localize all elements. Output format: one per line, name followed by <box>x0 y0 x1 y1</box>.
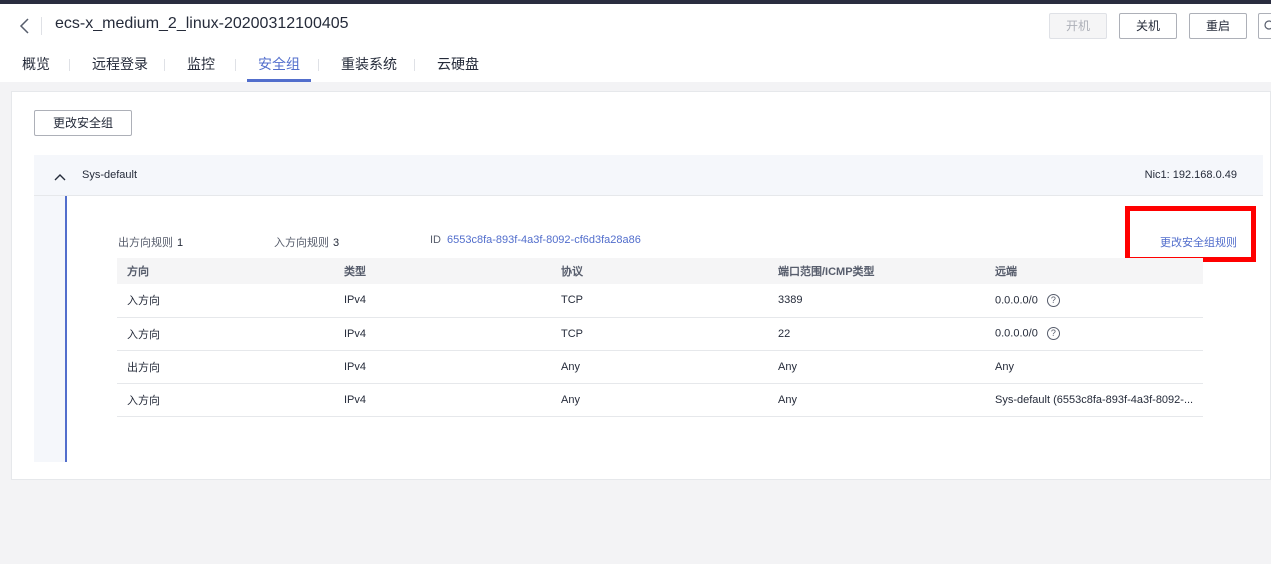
cell-port: 22 <box>768 317 985 351</box>
cell-port: 3389 <box>768 284 985 318</box>
cell-protocol: Any <box>551 350 768 384</box>
table-row: 入方向 IPv4 TCP 22 0.0.0.0/0? <box>117 317 1203 351</box>
chevron-up-icon[interactable] <box>54 169 66 181</box>
tab-remote-login[interactable]: 远程登录 <box>92 54 148 82</box>
more-icon <box>1264 20 1271 30</box>
remote-value: 0.0.0.0/0 <box>995 327 1038 340</box>
cell-remote: 0.0.0.0/0? <box>985 317 1203 351</box>
inbound-rules-stat: 入方向规则 3 <box>274 234 339 250</box>
table-header-row: 方向 类型 协议 端口范围/ICMP类型 远端 <box>117 258 1203 284</box>
cell-type: IPv4 <box>334 350 551 384</box>
tab-monitoring[interactable]: 监控 <box>187 54 215 82</box>
security-group-id-link[interactable]: 6553c8fa-893f-4a3f-8092-cf6d3fa28a86 <box>447 234 641 246</box>
outbound-rules-count: 1 <box>177 237 184 249</box>
column-header-port: 端口范围/ICMP类型 <box>768 258 985 284</box>
cell-direction: 出方向 <box>117 350 334 384</box>
inbound-rules-label: 入方向规则 <box>274 237 329 249</box>
table-row: 入方向 IPv4 Any Any Sys-default (6553c8fa-8… <box>117 383 1203 417</box>
help-icon[interactable]: ? <box>1046 293 1060 307</box>
id-label: ID <box>430 234 441 246</box>
cell-type: IPv4 <box>334 317 551 351</box>
outbound-rules-label: 出方向规则 <box>118 237 173 249</box>
start-button[interactable]: 开机 <box>1049 13 1108 39</box>
nic-address: Nic1: 192.168.0.49 <box>1144 169 1237 181</box>
cell-type: IPv4 <box>334 383 551 417</box>
title-divider <box>41 17 42 35</box>
security-group-panel: Sys-default Nic1: 192.168.0.49 出方向规则 1 入方… <box>34 155 1263 462</box>
change-security-group-button[interactable]: 更改安全组 <box>34 110 133 136</box>
cell-type: IPv4 <box>334 284 551 318</box>
security-group-panel-header[interactable]: Sys-default Nic1: 192.168.0.49 <box>34 155 1263 196</box>
security-group-id: ID 6553c8fa-893f-4a3f-8092-cf6d3fa28a86 <box>430 234 641 246</box>
column-header-direction: 方向 <box>117 258 334 284</box>
tab-cloud-disk[interactable]: 云硬盘 <box>437 54 479 82</box>
tab-overview[interactable]: 概览 <box>22 54 50 82</box>
cell-direction: 入方向 <box>117 317 334 351</box>
tab-security-group[interactable]: 安全组 <box>247 54 311 82</box>
cell-remote: 0.0.0.0/0? <box>985 284 1203 318</box>
cell-remote: Sys-default (6553c8fa-893f-4a3f-8092-... <box>985 383 1203 417</box>
table-row: 出方向 IPv4 Any Any Any <box>117 350 1203 384</box>
security-group-card: 更改安全组 Sys-default Nic1: 192.168.0.49 出方向… <box>11 91 1271 480</box>
column-header-remote: 远端 <box>985 258 1203 284</box>
inbound-rules-count: 3 <box>333 237 340 249</box>
cell-port: Any <box>768 350 985 384</box>
table-row: 入方向 IPv4 TCP 3389 0.0.0.0/0? <box>117 284 1203 318</box>
security-group-name: Sys-default <box>82 169 138 181</box>
cell-remote: Any <box>985 350 1203 384</box>
tab-divider <box>235 59 236 71</box>
tab-bar: 概览 远程登录 监控 安全组 重装系统 云硬盘 <box>0 54 1271 82</box>
back-icon[interactable] <box>18 17 32 35</box>
help-icon[interactable]: ? <box>1046 327 1060 340</box>
cell-protocol: TCP <box>551 317 768 351</box>
tab-reinstall-os[interactable]: 重装系统 <box>341 54 397 82</box>
tab-divider <box>414 59 415 71</box>
annotation-highlight-box <box>1125 206 1256 262</box>
page-header: ecs-x_medium_2_linux-20200312100405 开机 关… <box>0 4 1271 82</box>
tab-divider <box>318 59 319 71</box>
page-title: ecs-x_medium_2_linux-20200312100405 <box>55 15 349 32</box>
column-header-type: 类型 <box>334 258 551 284</box>
cell-protocol: TCP <box>551 284 768 318</box>
rules-table: 方向 类型 协议 端口范围/ICMP类型 远端 入方向 IPv4 TCP 338… <box>117 258 1203 417</box>
cell-direction: 入方向 <box>117 284 334 318</box>
more-button[interactable] <box>1258 13 1271 39</box>
restart-button[interactable]: 重启 <box>1189 13 1248 39</box>
outbound-rules-stat: 出方向规则 1 <box>118 234 183 250</box>
cell-direction: 入方向 <box>117 383 334 417</box>
cell-protocol: Any <box>551 383 768 417</box>
tab-divider <box>164 59 165 71</box>
security-group-rules-body: 出方向规则 1 入方向规则 3 ID 6553c8fa-893f-4a3f-8092-… <box>65 196 1263 462</box>
remote-value: 0.0.0.0/0 <box>995 294 1038 307</box>
cell-port: Any <box>768 383 985 417</box>
column-header-protocol: 协议 <box>551 258 768 284</box>
stop-button[interactable]: 关机 <box>1119 13 1178 39</box>
tab-divider <box>69 59 70 71</box>
